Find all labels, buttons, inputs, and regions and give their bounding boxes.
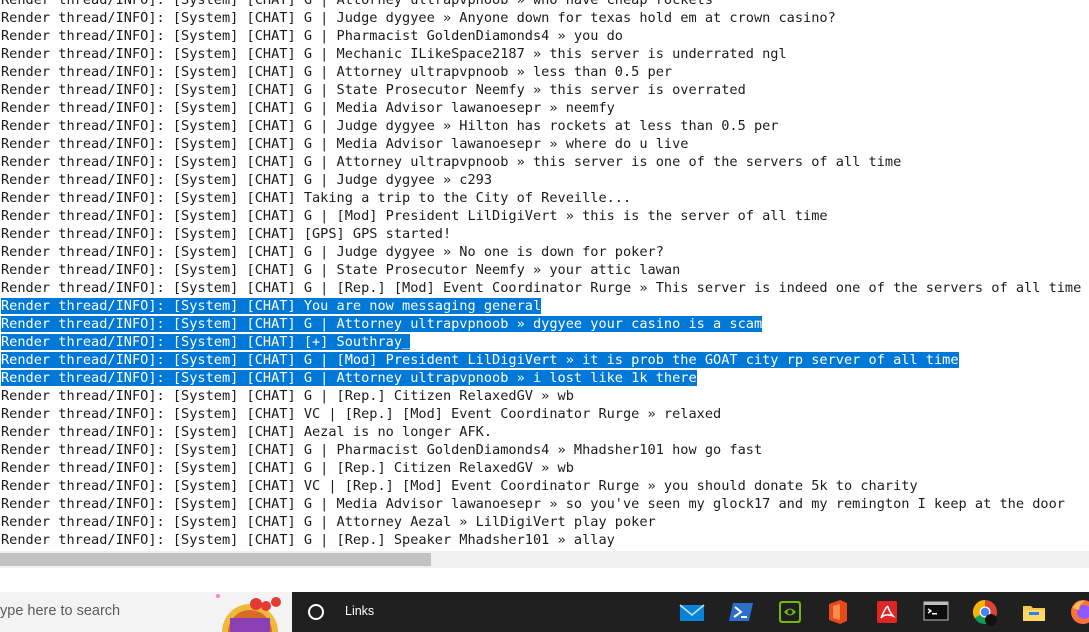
- log-line: Render thread/INFO]: [System] [CHAT] G |…: [0, 135, 1081, 153]
- log-line-text: Render thread/INFO]: [System] [CHAT] G |…: [1, 64, 673, 80]
- log-line-selected: Render thread/INFO]: [System] [CHAT] You…: [0, 297, 1081, 315]
- log-lines: Render thread/INFO]: [System] [CHAT] G |…: [0, 0, 1081, 549]
- log-line: Render thread/INFO]: [System] [CHAT] VC …: [0, 405, 1081, 423]
- office-icon[interactable]: [824, 598, 852, 626]
- log-line-text: Render thread/INFO]: [System] [CHAT] G |…: [1, 172, 493, 188]
- log-line: Render thread/INFO]: [System] [CHAT] G |…: [0, 513, 1081, 531]
- log-line: Render thread/INFO]: [System] [CHAT] Tak…: [0, 189, 1081, 207]
- log-line: Render thread/INFO]: [System] [CHAT] G |…: [0, 441, 1081, 459]
- log-line: Render thread/INFO]: [System] [CHAT] G |…: [0, 495, 1081, 513]
- log-line-text: Render thread/INFO]: [System] [CHAT] G |…: [1, 0, 714, 8]
- log-line-text: Render thread/INFO]: [System] [CHAT] G |…: [1, 532, 615, 548]
- log-line-text: Render thread/INFO]: [System] [CHAT] [+]…: [1, 334, 411, 350]
- log-line: Render thread/INFO]: [System] [CHAT] VC …: [0, 477, 1081, 495]
- log-line-text: Render thread/INFO]: [System] [CHAT] Aez…: [1, 424, 493, 440]
- log-line: Render thread/INFO]: [System] [CHAT] Aez…: [0, 423, 1081, 441]
- log-line-text: Render thread/INFO]: [System] [CHAT] G |…: [1, 118, 779, 134]
- chrome-icon[interactable]: [971, 598, 999, 626]
- log-line: Render thread/INFO]: [System] [CHAT] G |…: [0, 171, 1081, 189]
- log-line: Render thread/INFO]: [System] [CHAT] G |…: [0, 531, 1081, 549]
- cortana-icon[interactable]: [308, 604, 324, 620]
- window-gap: [0, 568, 1089, 592]
- pdf-icon[interactable]: [873, 598, 901, 626]
- log-line-text: Render thread/INFO]: [System] [CHAT] G |…: [1, 244, 664, 260]
- scrollbar-thumb[interactable]: [0, 553, 431, 566]
- log-line: Render thread/INFO]: [System] [CHAT] G |…: [0, 387, 1081, 405]
- log-line-text: Render thread/INFO]: [System] [CHAT] G |…: [1, 352, 959, 368]
- log-line-selected: Render thread/INFO]: [System] [CHAT] G |…: [0, 315, 1081, 333]
- search-placeholder: ype here to search: [0, 603, 121, 619]
- log-line: Render thread/INFO]: [System] [CHAT] G |…: [0, 459, 1081, 477]
- search-highlight-icon: [216, 594, 281, 632]
- search-box[interactable]: ype here to search: [0, 592, 292, 632]
- log-line-text: Render thread/INFO]: [System] [CHAT] G |…: [1, 496, 1065, 512]
- log-line-text: Render thread/INFO]: [System] [CHAT] G |…: [1, 442, 763, 458]
- log-line: Render thread/INFO]: [System] [CHAT] G |…: [0, 63, 1081, 81]
- log-line-text: Render thread/INFO]: [System] [CHAT] G |…: [1, 82, 746, 98]
- log-line-text: Render thread/INFO]: [System] [CHAT] G |…: [1, 208, 828, 224]
- log-line: Render thread/INFO]: [System] [CHAT] G |…: [0, 279, 1081, 297]
- log-line-text: Render thread/INFO]: [System] [CHAT] G |…: [1, 46, 787, 62]
- file-explorer-icon[interactable]: [1020, 598, 1048, 626]
- log-line-text: Render thread/INFO]: [System] [CHAT] G |…: [1, 100, 615, 116]
- log-line-text: Render thread/INFO]: [System] [CHAT] G |…: [1, 514, 656, 530]
- log-line: Render thread/INFO]: [System] [CHAT] G |…: [0, 153, 1081, 171]
- log-line-text: Render thread/INFO]: [System] [CHAT] G |…: [1, 154, 902, 170]
- log-line: Render thread/INFO]: [System] [CHAT] G |…: [0, 27, 1081, 45]
- log-line-text: Render thread/INFO]: [System] [CHAT] G |…: [1, 388, 574, 404]
- log-line: Render thread/INFO]: [System] [CHAT] G |…: [0, 207, 1081, 225]
- log-line-text: Render thread/INFO]: [System] [CHAT] G |…: [1, 136, 689, 152]
- log-line-selected: Render thread/INFO]: [System] [CHAT] [+]…: [0, 333, 1081, 351]
- log-line-text: Render thread/INFO]: [System] [CHAT] G |…: [1, 280, 1082, 296]
- log-line: Render thread/INFO]: [System] [CHAT] G |…: [0, 261, 1081, 279]
- console-output: Render thread/INFO]: [System] [CHAT] G |…: [0, 0, 1089, 551]
- links-toolbar[interactable]: Links: [345, 604, 374, 618]
- log-line-text: Render thread/INFO]: [System] [CHAT] G |…: [1, 316, 763, 332]
- log-line-text: Render thread/INFO]: [System] [CHAT] G |…: [1, 10, 836, 26]
- log-line: Render thread/INFO]: [System] [CHAT] G |…: [0, 99, 1081, 117]
- log-line-text: Render thread/INFO]: [System] [CHAT] Tak…: [1, 190, 632, 206]
- log-line-text: Render thread/INFO]: [System] [CHAT] [GP…: [1, 226, 452, 242]
- log-line: Render thread/INFO]: [System] [CHAT] [GP…: [0, 225, 1081, 243]
- log-line-text: Render thread/INFO]: [System] [CHAT] G |…: [1, 370, 697, 386]
- log-line: Render thread/INFO]: [System] [CHAT] G |…: [0, 9, 1081, 27]
- mail-icon[interactable]: [678, 598, 706, 626]
- log-line-text: Render thread/INFO]: [System] [CHAT] VC …: [1, 478, 918, 494]
- log-line-text: Render thread/INFO]: [System] [CHAT] VC …: [1, 406, 722, 422]
- log-line: Render thread/INFO]: [System] [CHAT] G |…: [0, 45, 1081, 63]
- log-line: Render thread/INFO]: [System] [CHAT] G |…: [0, 0, 1081, 9]
- terminal-icon[interactable]: [922, 598, 950, 626]
- nvidia-icon[interactable]: [776, 598, 804, 626]
- log-line: Render thread/INFO]: [System] [CHAT] G |…: [0, 81, 1081, 99]
- log-line-selected: Render thread/INFO]: [System] [CHAT] G |…: [0, 351, 1081, 369]
- log-line-text: Render thread/INFO]: [System] [CHAT] G |…: [1, 28, 623, 44]
- log-line-selected: Render thread/INFO]: [System] [CHAT] G |…: [0, 369, 1081, 387]
- taskbar: ype here to search Links: [0, 592, 1089, 632]
- log-line-text: Render thread/INFO]: [System] [CHAT] G |…: [1, 460, 574, 476]
- horizontal-scrollbar[interactable]: [0, 551, 1089, 568]
- log-line-text: Render thread/INFO]: [System] [CHAT] You…: [1, 298, 542, 314]
- log-line: Render thread/INFO]: [System] [CHAT] G |…: [0, 117, 1081, 135]
- firefox-icon[interactable]: [1069, 598, 1089, 626]
- log-line: Render thread/INFO]: [System] [CHAT] G |…: [0, 243, 1081, 261]
- log-line-text: Render thread/INFO]: [System] [CHAT] G |…: [1, 262, 681, 278]
- powershell-icon[interactable]: [727, 598, 755, 626]
